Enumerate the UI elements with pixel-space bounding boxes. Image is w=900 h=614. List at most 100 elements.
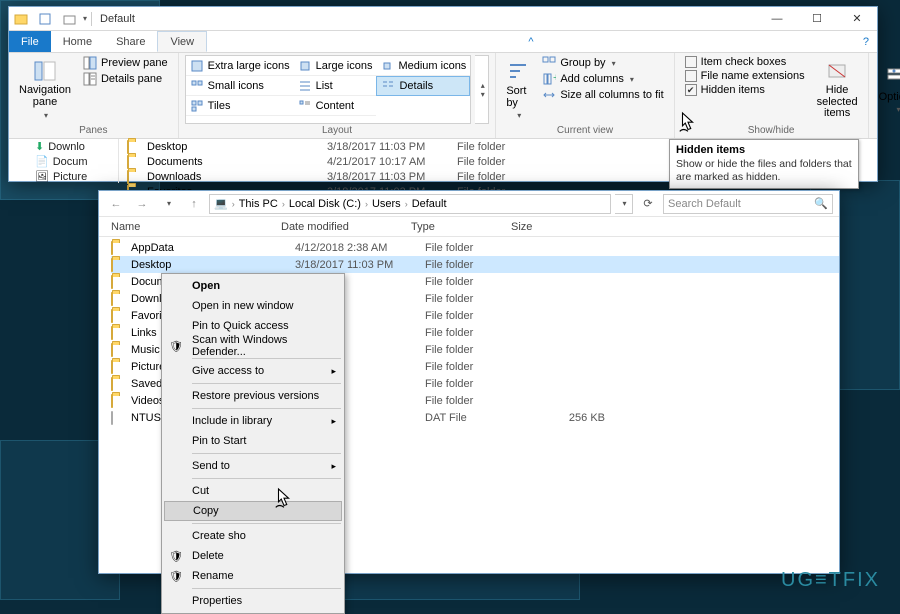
layout-tiles[interactable]: Tiles [186,96,294,116]
crumb-dropdown-icon[interactable]: ▾ [615,194,633,214]
preview-pane-button[interactable]: Preview pane [79,55,172,71]
crumb-root-icon[interactable]: 💻 [214,197,228,210]
ctx-pin-quick-access[interactable]: Pin to Quick access [164,316,342,336]
file-type: File folder [425,327,525,339]
item-check-boxes-toggle[interactable]: Item check boxes [681,55,809,69]
nav-up-button[interactable]: ↑ [183,194,205,214]
shield-icon: 🛡 [168,548,184,564]
group-by-button[interactable]: Group by▾ [538,55,667,71]
file-type: File folder [425,344,525,356]
explorer-window-ribbon: ▾ Default — ☐ ✕ File Home Share View ^ ?… [8,6,878,182]
ctx-delete[interactable]: 🛡Delete [164,546,342,566]
navigation-pane-button[interactable]: Navigation pane ▾ [15,55,75,124]
ribbon-collapse-icon[interactable]: ^ [520,31,541,52]
file-type: DAT File [425,412,525,424]
file-date: 3/18/2017 11:03 PM [327,171,457,183]
refresh-button[interactable]: ⟳ [637,197,659,210]
group-panes-label: Panes [15,124,172,138]
details-pane-button[interactable]: Details pane [79,71,172,87]
file-type: File folder [425,293,525,305]
file-name: Documents [147,156,327,168]
nav-back-button[interactable]: ← [105,194,127,214]
nav-forward-button[interactable]: → [131,194,153,214]
search-box[interactable]: Search Default 🔍 [663,194,833,214]
ribbon-tabs: File Home Share View ^ ? [9,31,877,53]
ctx-restore-versions[interactable]: Restore previous versions [164,386,342,406]
column-headers[interactable]: Name Date modified Type Size [99,217,839,237]
qat-newfolder-icon[interactable] [61,11,77,27]
ctx-open-new-window[interactable]: Open in new window [164,296,342,316]
layout-details[interactable]: Details [376,76,470,96]
nav-item-documents[interactable]: 📄Docum [11,154,116,169]
ctx-rename[interactable]: 🛡Rename [164,566,342,586]
explorer-window-list: ← → ▾ ↑ 💻› This PC› Local Disk (C:)› Use… [98,190,840,574]
size-all-columns-button[interactable]: Size all columns to fit [538,87,667,103]
layout-extra-large[interactable]: Extra large icons [186,56,294,76]
hide-selected-button[interactable]: Hide selected items [813,55,862,124]
layout-content[interactable]: Content [294,96,377,116]
maximize-button[interactable]: ☐ [797,7,837,31]
tooltip-body: Show or hide the files and folders that … [676,158,852,184]
list-item[interactable]: Desktop 3/18/2017 11:03 PM File folder [111,256,839,273]
tab-file[interactable]: File [9,31,51,52]
ctx-create-shortcut[interactable]: Create sho [164,526,342,546]
crumb-0[interactable]: This PC [239,198,278,210]
layout-large[interactable]: Large icons [294,56,377,76]
tab-home[interactable]: Home [51,31,104,52]
add-columns-button[interactable]: +Add columns▾ [538,71,667,87]
layout-medium[interactable]: Medium icons [376,56,470,76]
file-date: 4/12/2018 2:38 AM [295,242,425,254]
shield-icon: 🛡 [168,338,184,354]
header-date[interactable]: Date modified [281,217,411,236]
hidden-items-toggle[interactable]: ✔Hidden items [681,83,809,97]
layout-list[interactable]: List [294,76,377,96]
ctx-give-access[interactable]: Give access to▸ [164,361,342,381]
ctx-send-to[interactable]: Send to▸ [164,456,342,476]
breadcrumb[interactable]: 💻› This PC› Local Disk (C:)› Users› Defa… [209,194,611,214]
nav-recent-button[interactable]: ▾ [157,194,179,214]
group-current-view: Sort by▾ Group by▾ +Add columns▾ Size al… [496,53,674,138]
close-button[interactable]: ✕ [837,7,877,31]
group-layout: Extra large icons Large icons Medium ico… [179,53,497,138]
navigation-tree[interactable]: ⬇Downlo 📄Docum 🖼Picture [9,139,119,183]
file-name-extensions-toggle[interactable]: File name extensions [681,69,809,83]
header-type[interactable]: Type [411,217,511,236]
layout-scroll-up-icon[interactable]: ▴ [481,81,485,90]
qat-properties-icon[interactable] [37,11,53,27]
file-name: Desktop [131,259,295,271]
nav-item-pictures[interactable]: 🖼Picture [11,169,116,183]
list-item[interactable]: AppData 4/12/2018 2:38 AM File folder [111,239,839,256]
ctx-copy[interactable]: Copy [164,501,342,521]
tooltip-hidden-items: Hidden items Show or hide the files and … [669,139,859,189]
ctx-properties[interactable]: Properties [164,591,342,611]
layout-scroll-down-icon[interactable]: ▾ [481,90,485,99]
file-name: Desktop [147,141,327,153]
file-size: 256 KB [525,412,615,424]
file-type: File folder [457,156,547,168]
ctx-open[interactable]: Open [164,276,342,296]
crumb-1[interactable]: Local Disk (C:) [289,198,361,210]
help-icon[interactable]: ? [855,31,877,52]
minimize-button[interactable]: — [757,7,797,31]
crumb-3[interactable]: Default [412,198,447,210]
tab-view[interactable]: View [157,31,207,52]
header-size[interactable]: Size [511,217,601,236]
qat-dropdown-icon[interactable]: ▾ [83,14,87,23]
options-button[interactable]: Options▾ [875,55,900,124]
nav-item-downloads[interactable]: ⬇Downlo [11,139,116,154]
header-name[interactable]: Name [111,217,281,236]
crumb-2[interactable]: Users [372,198,401,210]
group-panes: Navigation pane ▾ Preview pane Details p… [9,53,179,138]
group-layout-label: Layout [185,124,490,138]
ctx-cut[interactable]: Cut [164,481,342,501]
shield-icon: 🛡 [168,568,184,584]
layout-small[interactable]: Small icons [186,76,294,96]
ctx-scan-defender[interactable]: 🛡Scan with Windows Defender... [164,336,342,356]
group-options: Options▾ [869,53,900,138]
tab-share[interactable]: Share [104,31,157,52]
sort-by-button[interactable]: Sort by▾ [502,55,534,124]
window-title: Default [100,13,135,25]
ctx-pin-start[interactable]: Pin to Start [164,431,342,451]
search-icon: 🔍 [814,197,828,210]
ctx-include-library[interactable]: Include in library▸ [164,411,342,431]
